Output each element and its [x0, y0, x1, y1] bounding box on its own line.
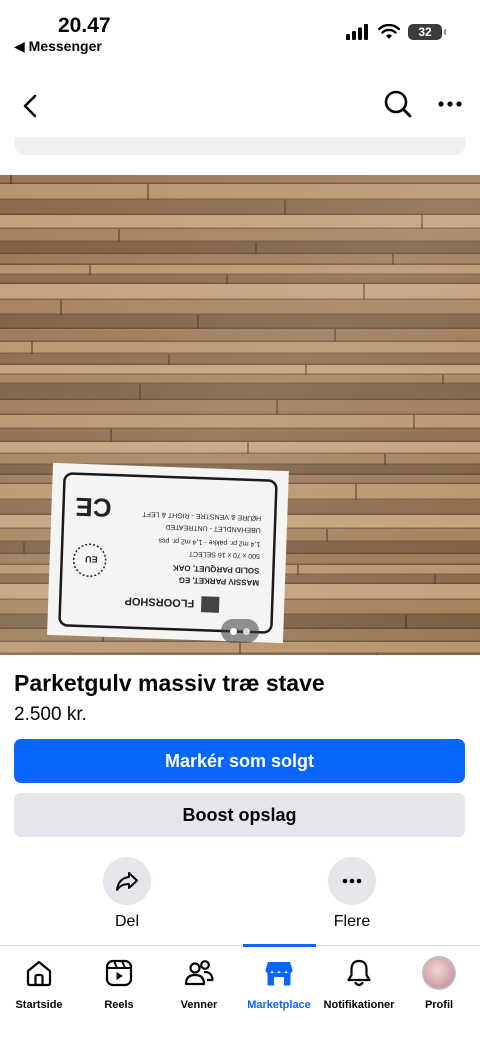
back-to-app-link[interactable]: ◀ Messenger [14, 38, 102, 55]
more-label: Flere [333, 913, 371, 930]
search-icon[interactable] [380, 86, 416, 122]
product-photo[interactable]: FLOORSHOP MASSIV PARKET, EG SOLID PARQUE… [0, 175, 480, 655]
tab-venner[interactable]: Venner [154, 956, 244, 1011]
photo-pager[interactable] [221, 619, 259, 643]
tab-label-startside: Startside [15, 999, 63, 1011]
tab-label-marketplace: Marketplace [247, 999, 311, 1011]
bottom-tab-bar: Startside Reels Venner Marketplace Notif… [0, 944, 480, 1041]
back-arrow-icon[interactable] [14, 88, 50, 124]
photo-dot-active[interactable] [230, 627, 237, 635]
bell-icon [347, 959, 371, 987]
listing-title: Parketgulv massiv træ stave [14, 670, 325, 696]
collapsed-card-edge [14, 137, 466, 155]
svg-text:EU: EU [85, 554, 98, 564]
share-action[interactable]: Del [77, 857, 177, 931]
tab-notifikationer[interactable]: Notifikationer [314, 956, 404, 1011]
tab-marketplace[interactable]: Marketplace [234, 956, 324, 1011]
active-tab-indicator [243, 944, 316, 947]
status-time: 20.47 [58, 14, 111, 37]
listing-price: 2.500 kr. [14, 704, 87, 725]
tab-label-venner: Venner [180, 999, 218, 1011]
more-action[interactable]: Flere [302, 857, 402, 931]
product-label-sticker: FLOORSHOP MASSIV PARKET, EG SOLID PARQUE… [47, 462, 289, 644]
wifi-icon [378, 24, 400, 39]
tab-profil[interactable]: Profil [394, 956, 480, 1011]
marketplace-icon [265, 962, 293, 986]
friends-icon [184, 960, 214, 986]
share-button[interactable] [103, 857, 151, 905]
reels-icon [105, 959, 133, 987]
tab-label-notifikationer: Notifikationer [323, 999, 395, 1011]
more-dots-icon [342, 878, 362, 884]
status-icons: 32 [346, 24, 446, 40]
status-bar: 20.47 ◀ Messenger 32 [0, 0, 480, 60]
photo-dot[interactable] [243, 627, 250, 635]
svg-text:CE: CE [75, 492, 112, 523]
home-icon [26, 960, 52, 987]
tab-startside[interactable]: Startside [0, 956, 84, 1011]
mark-as-sold-button[interactable]: Markér som solgt [14, 739, 465, 783]
tab-label-profil: Profil [424, 999, 454, 1011]
more-button[interactable] [328, 857, 376, 905]
battery-level: 32 [418, 25, 432, 39]
share-label: Del [114, 913, 139, 930]
signal-icon [346, 24, 368, 40]
share-icon [116, 872, 138, 891]
more-options-icon[interactable] [432, 86, 468, 122]
tab-reels[interactable]: Reels [74, 956, 164, 1011]
parquet-bundle-image: FLOORSHOP MASSIV PARKET, EG SOLID PARQUE… [0, 175, 480, 655]
top-nav [0, 80, 480, 130]
battery-icon: 32 [408, 24, 446, 40]
tab-label-reels: Reels [104, 999, 134, 1011]
avatar [422, 956, 456, 990]
label-brand: FLOORSHOP [124, 595, 194, 609]
boost-listing-button[interactable]: Boost opslag [14, 793, 465, 837]
